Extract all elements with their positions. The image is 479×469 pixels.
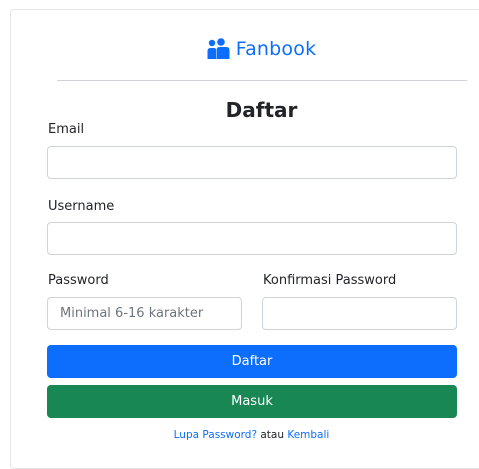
footer-links: Lupa Password? atau Kembali: [1, 429, 479, 441]
login-button[interactable]: Masuk: [47, 385, 457, 418]
forgot-password-link[interactable]: Lupa Password?: [174, 429, 257, 441]
footer-separator: atau: [260, 429, 284, 441]
email-label: Email: [48, 122, 85, 137]
back-link[interactable]: Kembali: [287, 429, 329, 441]
password-label: Password: [48, 273, 109, 288]
username-label: Username: [48, 199, 115, 214]
confirm-password-label: Konfirmasi Password: [263, 273, 397, 288]
register-button[interactable]: Daftar: [47, 345, 457, 378]
brand: Fanbook: [11, 38, 479, 60]
register-card: Fanbook Daftar Email Username Password K…: [10, 9, 479, 469]
email-field[interactable]: [47, 146, 457, 179]
page-title: Daftar: [225, 98, 298, 122]
password-field[interactable]: [47, 297, 242, 330]
divider: [57, 80, 467, 81]
username-field[interactable]: [47, 222, 457, 255]
people-icon: [207, 38, 230, 59]
confirm-password-field[interactable]: [262, 297, 457, 330]
brand-name: Fanbook: [235, 38, 317, 60]
